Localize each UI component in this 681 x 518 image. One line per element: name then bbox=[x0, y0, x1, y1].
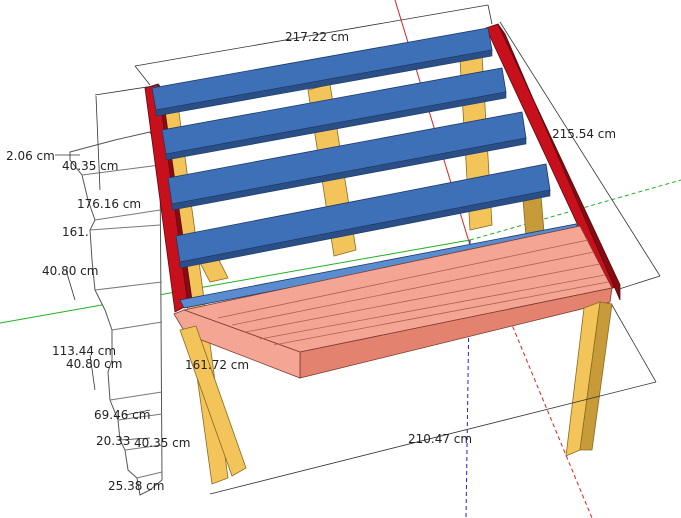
dimension-bottom-width: 210.47 cm bbox=[408, 432, 472, 446]
scene-canvas[interactable]: 217.22 cm 215.54 cm 210.47 cm 161.72 cm … bbox=[0, 0, 681, 518]
dimension-stair-6: 113.44 cm bbox=[52, 344, 116, 358]
dimension-stair-1: 2.06 cm bbox=[6, 149, 55, 163]
model-viewport[interactable]: 217.22 cm 215.54 cm 210.47 cm 161.72 cm … bbox=[0, 0, 681, 518]
dimension-stair-8: 69.46 cm bbox=[94, 408, 150, 422]
dimension-stair-4: 161. bbox=[62, 225, 89, 239]
dimension-stair-3: 176.16 cm bbox=[77, 197, 141, 211]
dimension-stair-7: 40.80 cm bbox=[66, 357, 122, 371]
dimension-stair-2: 40.35 cm bbox=[62, 159, 118, 173]
dimension-front-partial: 161.72 cm bbox=[185, 358, 249, 372]
dimension-stair-9: 20.33 bbox=[96, 434, 130, 448]
dimension-stair-10: 40.35 cm bbox=[134, 436, 190, 450]
dimension-stair-11: 25.38 cm bbox=[108, 479, 164, 493]
dimension-stair-5: 40.80 cm bbox=[42, 264, 98, 278]
dimension-right-depth: 215.54 cm bbox=[552, 127, 616, 141]
dimension-top-width: 217.22 cm bbox=[285, 30, 349, 44]
